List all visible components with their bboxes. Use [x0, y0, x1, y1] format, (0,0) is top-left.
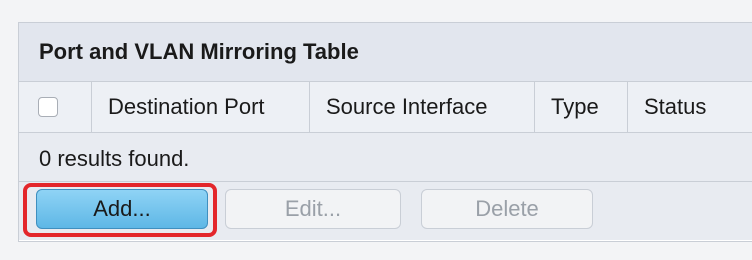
mirroring-table-panel: Port and VLAN Mirroring Table Destinatio…: [18, 22, 752, 242]
table-title-bar: Port and VLAN Mirroring Table: [19, 23, 752, 82]
results-row: 0 results found.: [19, 133, 752, 182]
column-header-label: Destination Port: [108, 94, 265, 119]
select-all-checkbox[interactable]: [38, 97, 58, 117]
column-header-type[interactable]: Type: [535, 82, 628, 132]
results-count-text: 0 results found.: [39, 146, 190, 171]
add-button[interactable]: Add...: [36, 189, 208, 229]
table-title: Port and VLAN Mirroring Table: [39, 39, 359, 64]
column-header-destination-port[interactable]: Destination Port: [92, 82, 310, 132]
select-all-cell: [19, 82, 92, 132]
edit-button[interactable]: Edit...: [225, 189, 401, 229]
column-header-label: Source Interface: [326, 94, 488, 119]
column-header-status[interactable]: Status: [628, 82, 752, 132]
table-header-row: Destination Port Source Interface Type S…: [19, 82, 752, 133]
delete-button[interactable]: Delete: [421, 189, 593, 229]
action-button-row: Add... Edit... Delete: [19, 182, 752, 240]
column-header-source-interface[interactable]: Source Interface: [310, 82, 535, 132]
column-header-label: Type: [551, 94, 599, 119]
column-header-label: Status: [644, 94, 707, 119]
